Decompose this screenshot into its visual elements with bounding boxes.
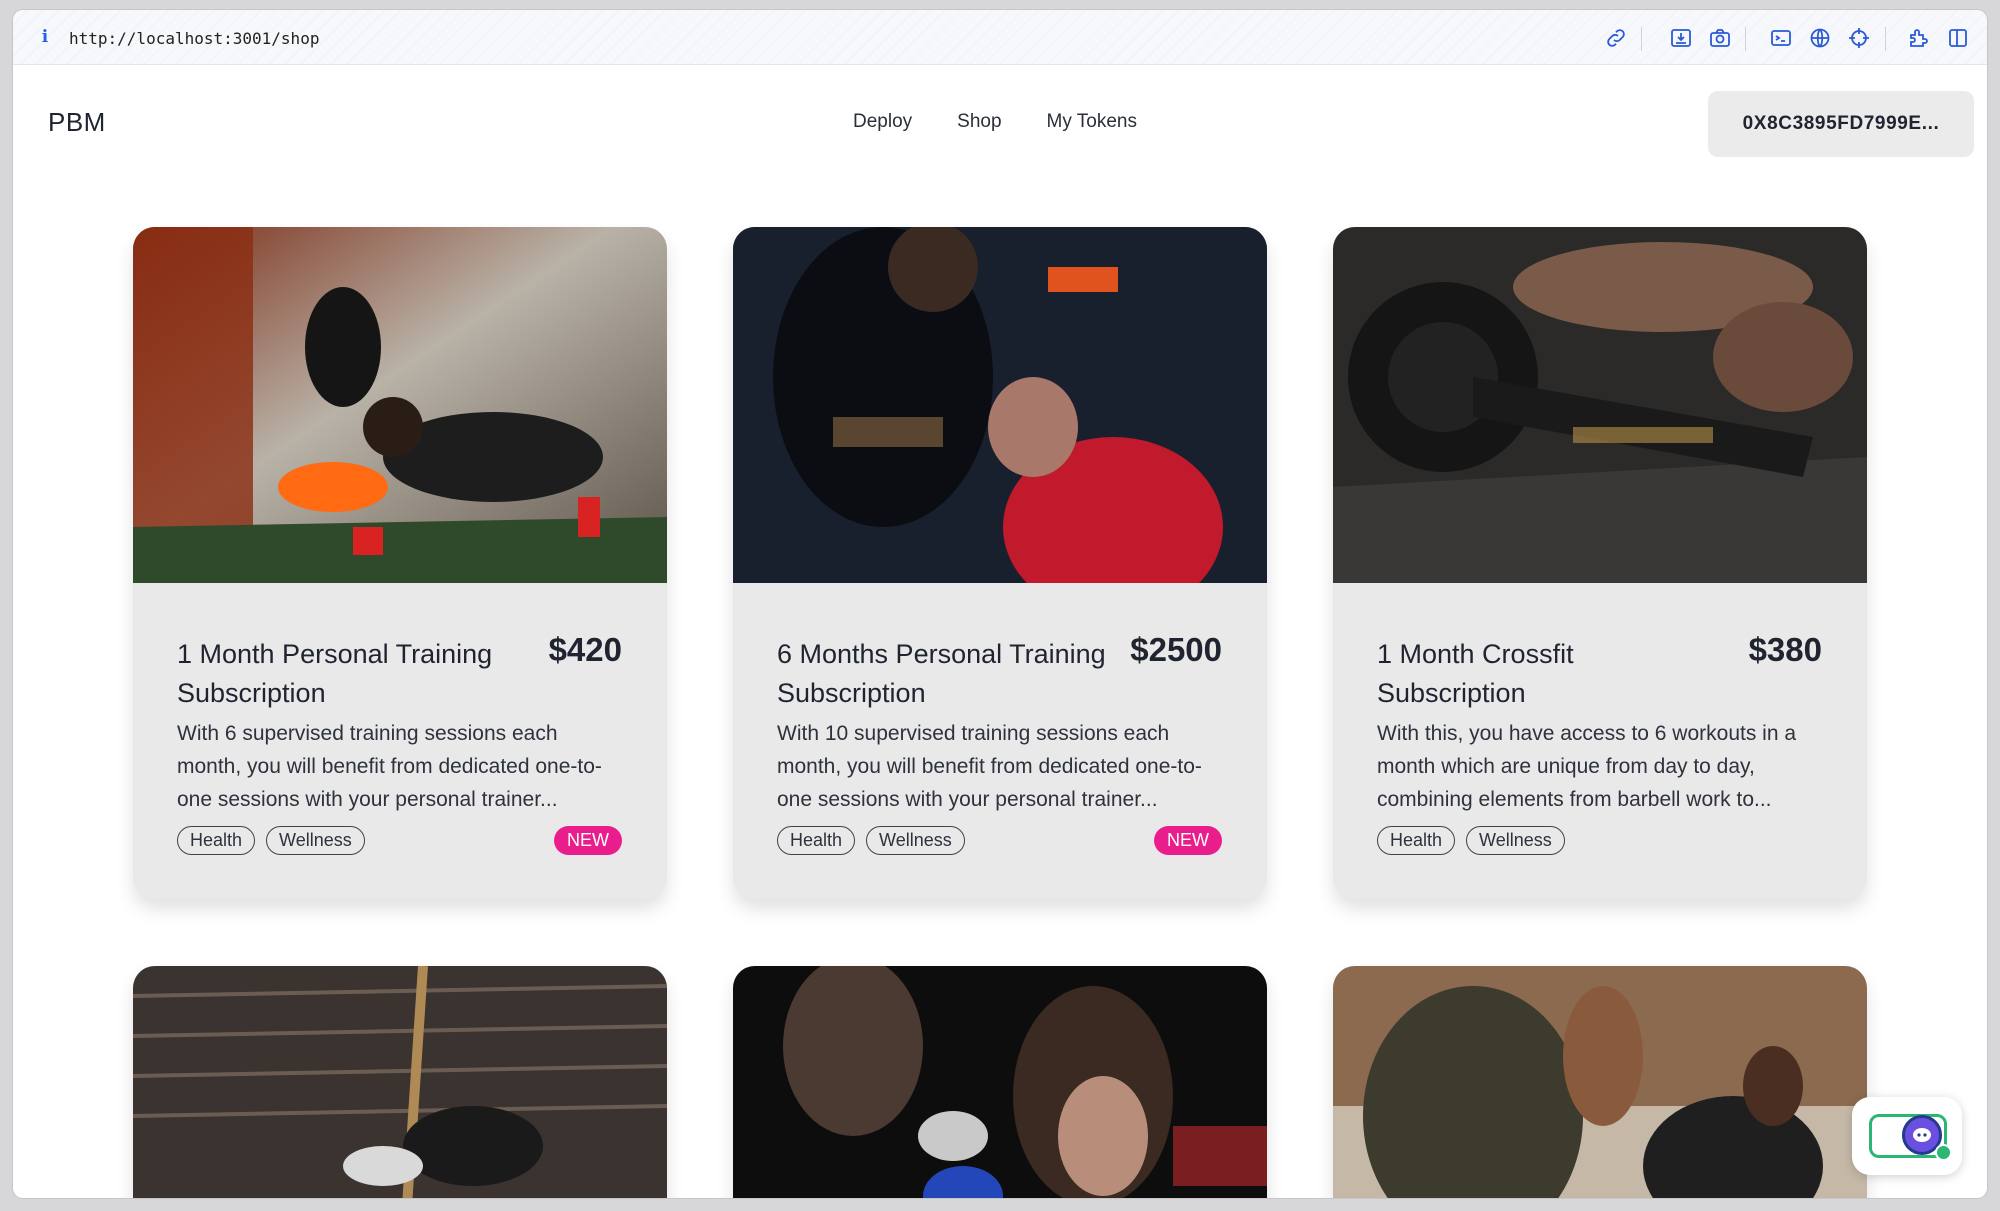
browser-window: i http://localhost:3001/shop PBM Deploy … [13, 10, 1987, 1198]
tag-health[interactable]: Health [777, 826, 856, 855]
product-title: 6 Months Personal Training Subscription [777, 639, 1106, 708]
chat-widget-button[interactable] [1852, 1097, 1962, 1175]
product-card[interactable]: 1 Month Crossfit Subscription $380 With … [1333, 227, 1867, 899]
product-description: With 10 supervised training sessions eac… [777, 722, 1202, 811]
product-image [733, 227, 1267, 583]
product-image [733, 966, 1267, 1198]
tag-health[interactable]: Health [1377, 826, 1456, 855]
nav-link-shop[interactable]: Shop [957, 111, 1001, 133]
product-price: $380 [1748, 631, 1822, 668]
product-card[interactable] [1333, 966, 1867, 1198]
crosshair-icon[interactable] [1846, 25, 1872, 51]
link-icon[interactable] [1603, 25, 1629, 51]
site-logo[interactable]: PBM [48, 107, 106, 138]
product-price: $2500 [1130, 631, 1222, 668]
globe-icon[interactable] [1807, 25, 1833, 51]
product-card[interactable]: 1 Month Personal Training Subscription $… [133, 227, 667, 899]
new-badge: NEW [1154, 826, 1222, 855]
product-image [133, 966, 667, 1198]
tag-list: Health Wellness [777, 826, 965, 855]
url-text[interactable]: http://localhost:3001/shop [69, 29, 319, 48]
product-image [1333, 227, 1867, 583]
tag-wellness[interactable]: Wellness [866, 826, 965, 855]
product-title: 1 Month Crossfit Subscription [1377, 639, 1574, 708]
toolbar-divider [1745, 27, 1746, 51]
product-title: 1 Month Personal Training Subscription [177, 639, 493, 708]
extension-icon[interactable] [1906, 25, 1932, 51]
tag-wellness[interactable]: Wellness [1466, 826, 1565, 855]
camera-icon[interactable] [1707, 25, 1733, 51]
product-card[interactable] [133, 966, 667, 1198]
nav-link-deploy[interactable]: Deploy [853, 111, 912, 133]
main-nav: Deploy Shop My Tokens [853, 111, 1137, 133]
toolbar-divider [1885, 27, 1886, 51]
terminal-icon[interactable] [1768, 25, 1794, 51]
product-image [133, 227, 667, 583]
online-status-icon [1935, 1144, 1952, 1161]
product-card[interactable] [733, 966, 1267, 1198]
product-price: $420 [548, 631, 622, 668]
product-description: With 6 supervised training sessions each… [177, 722, 602, 811]
product-card[interactable]: 6 Months Personal Training Subscription … [733, 227, 1267, 899]
product-image [1333, 966, 1867, 1198]
site-header: PBM Deploy Shop My Tokens 0X8C3895FD7999… [13, 65, 1987, 185]
tag-wellness[interactable]: Wellness [266, 826, 365, 855]
sidebar-icon[interactable] [1945, 25, 1971, 51]
tag-list: Health Wellness [1377, 826, 1565, 855]
info-icon[interactable]: i [37, 27, 53, 49]
wallet-address-button[interactable]: 0X8C3895FD7999E... [1708, 91, 1974, 157]
address-bar[interactable]: i http://localhost:3001/shop [13, 10, 1987, 65]
new-badge: NEW [554, 826, 622, 855]
save-icon[interactable] [1668, 25, 1694, 51]
tag-health[interactable]: Health [177, 826, 256, 855]
toolbar-divider [1641, 27, 1642, 51]
product-description: With this, you have access to 6 workouts… [1377, 722, 1797, 811]
nav-link-my-tokens[interactable]: My Tokens [1047, 111, 1137, 133]
tag-list: Health Wellness [177, 826, 365, 855]
